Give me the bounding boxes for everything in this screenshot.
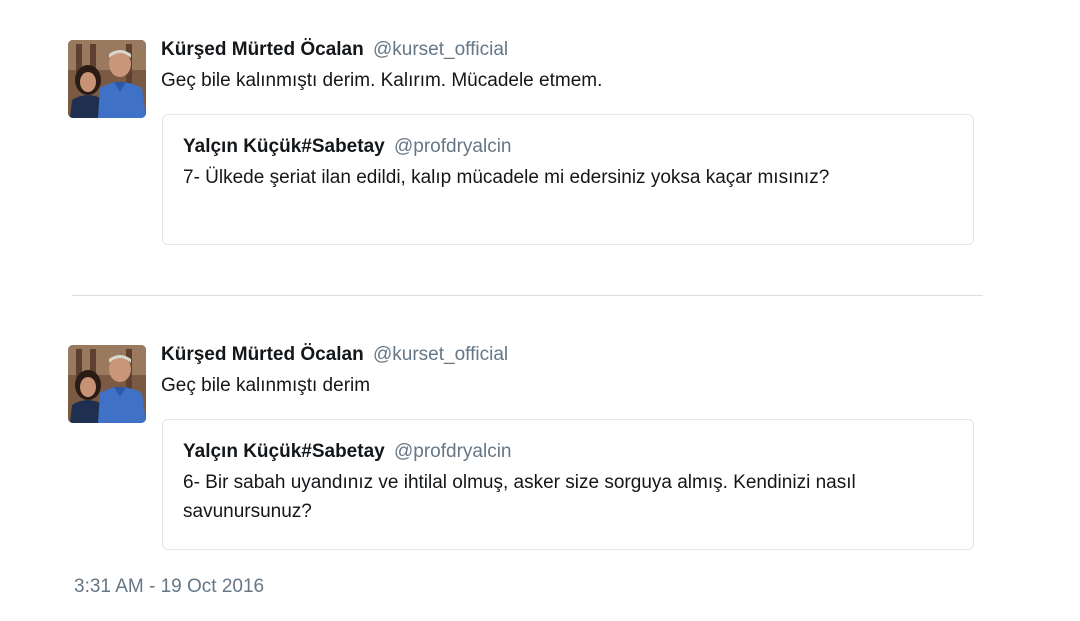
quoted-author-name: Yalçın Küçük#Sabetay — [183, 441, 385, 462]
quoted-tweet-card[interactable]: Yalçın Küçük#Sabetay @profdryalcin 6- Bi… — [162, 419, 974, 550]
tweet-text: Geç bile kalınmıştı derim. Kalırım. Müca… — [161, 70, 603, 91]
thread-divider — [72, 295, 983, 296]
quoted-tweet-header: Yalçın Küçük#Sabetay @profdryalcin — [183, 440, 953, 464]
tweet-timestamp[interactable]: 3:31 AM - 19 Oct 2016 — [74, 575, 264, 599]
tweet-content: Kürşed Mürted Öcalan @kurset_official Ge… — [161, 38, 981, 94]
author-handle[interactable]: @kurset_official — [373, 39, 508, 60]
quoted-tweet-text: 7- Ülkede şeriat ilan edildi, kalıp müca… — [183, 167, 830, 188]
tweet-content: Kürşed Mürted Öcalan @kurset_official Ge… — [161, 343, 981, 399]
quoted-tweet-header: Yalçın Küçük#Sabetay @profdryalcin — [183, 135, 953, 159]
author-handle[interactable]: @kurset_official — [373, 344, 508, 365]
quoted-author-name: Yalçın Küçük#Sabetay — [183, 136, 385, 157]
quoted-tweet-card[interactable]: Yalçın Küçük#Sabetay @profdryalcin 7- Ül… — [162, 114, 974, 245]
tweet-header: Kürşed Mürted Öcalan @kurset_official — [161, 343, 981, 367]
author-avatar[interactable] — [68, 40, 146, 118]
author-name[interactable]: Kürşed Mürted Öcalan — [161, 39, 364, 60]
tweet-header: Kürşed Mürted Öcalan @kurset_official — [161, 38, 981, 62]
tweet-text: Geç bile kalınmıştı derim — [161, 375, 371, 396]
author-avatar[interactable] — [68, 345, 146, 423]
quoted-author-handle: @profdryalcin — [394, 136, 512, 157]
quoted-author-handle: @profdryalcin — [394, 441, 512, 462]
quoted-tweet-text: 6- Bir sabah uyandınız ve ihtilal olmuş,… — [183, 472, 856, 522]
author-name[interactable]: Kürşed Mürted Öcalan — [161, 344, 364, 365]
